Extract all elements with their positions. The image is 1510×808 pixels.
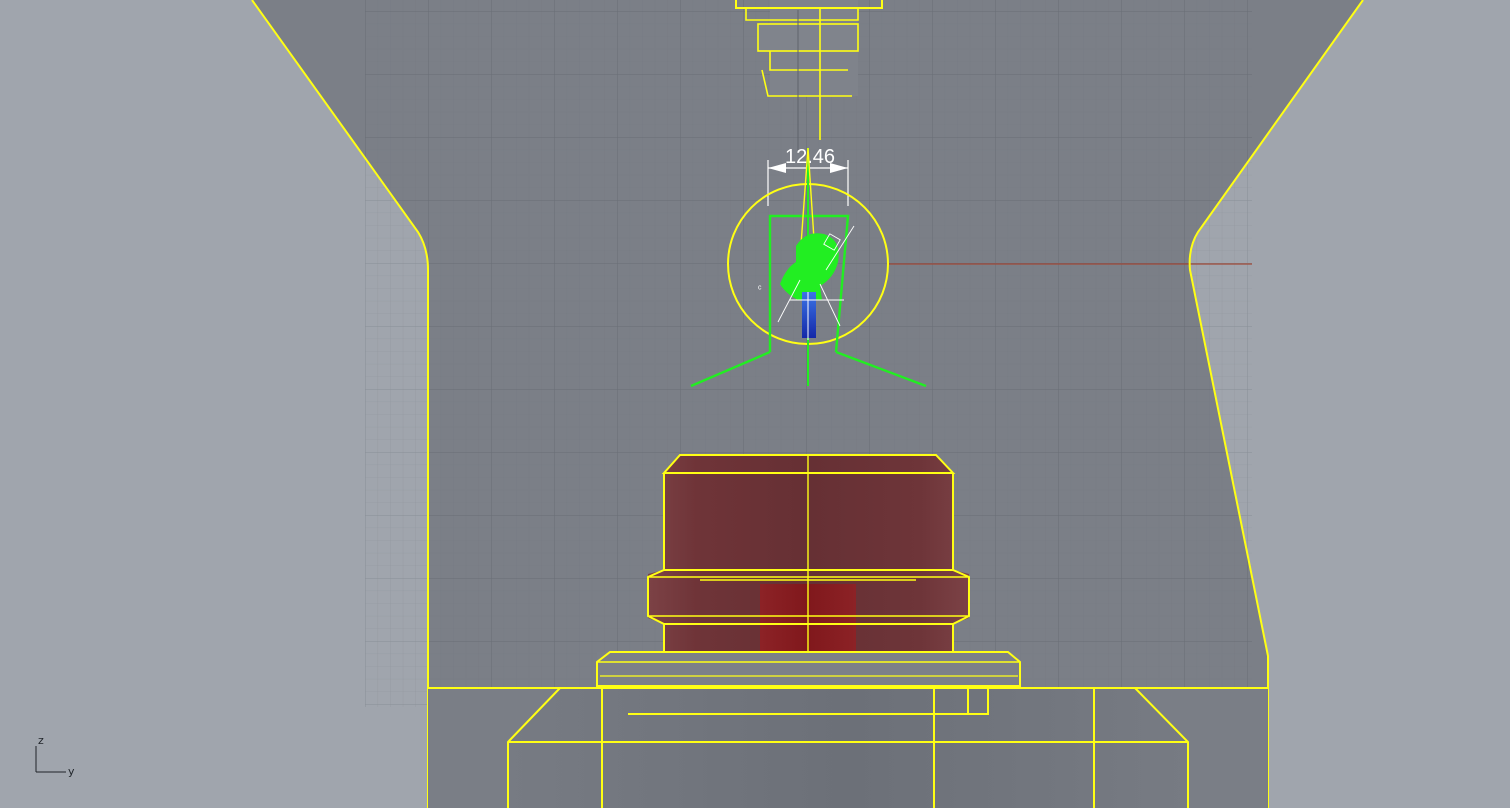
rhino-viewport[interactable]: 12.46 ᶜ z y <box>0 0 1510 808</box>
y-axis-label: y <box>68 765 75 778</box>
svg-text:ᶜ: ᶜ <box>758 284 762 295</box>
dimension-value: 12.46 <box>785 146 835 168</box>
viewport-canvas[interactable]: 12.46 ᶜ z y <box>0 0 1510 808</box>
z-axis-label: z <box>38 734 44 747</box>
flange-plate[interactable] <box>596 651 1021 687</box>
machine-base[interactable] <box>428 687 1268 808</box>
